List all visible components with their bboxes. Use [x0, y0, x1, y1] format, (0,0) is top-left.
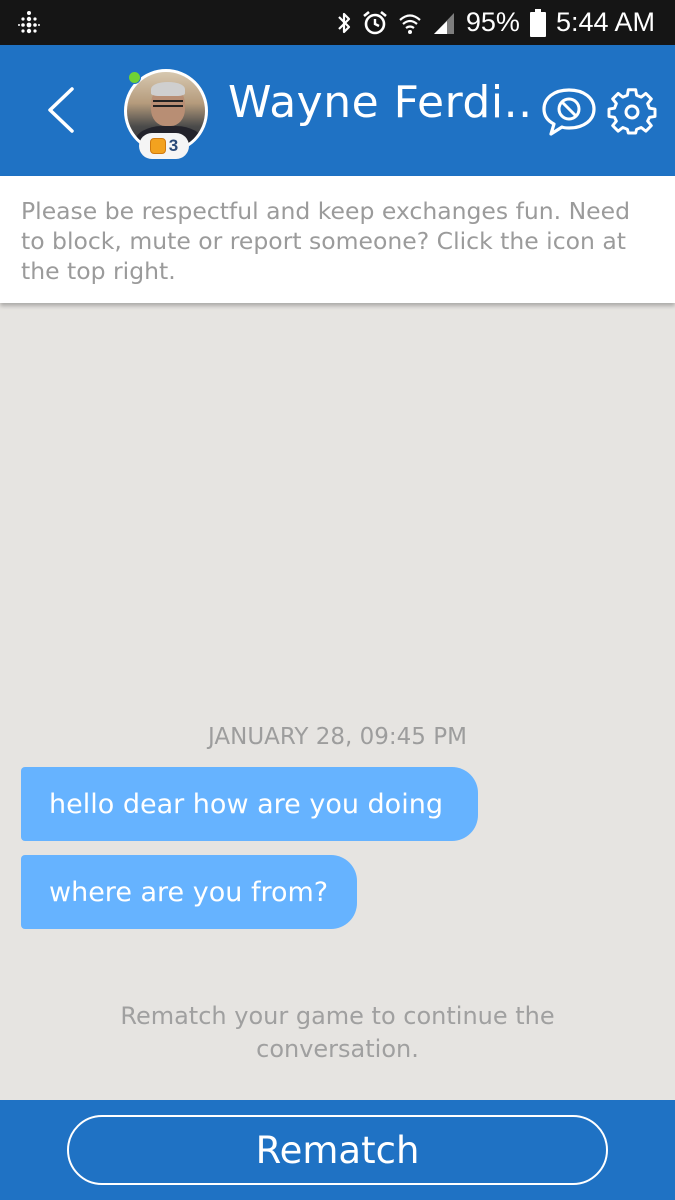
- gear-icon: [607, 88, 657, 135]
- footer-bar: Rematch: [0, 1100, 675, 1200]
- contact-avatar-group[interactable]: 3: [124, 69, 208, 159]
- contact-name[interactable]: Wayne Ferdi..: [228, 77, 533, 128]
- community-notice: Please be respectful and keep exchanges …: [0, 176, 675, 303]
- chat-header: 3 Wayne Ferdi..: [0, 45, 675, 176]
- bluetooth-icon: [336, 10, 352, 36]
- battery-percent: 95%: [465, 7, 520, 37]
- online-status-indicator: [128, 71, 141, 84]
- message-timestamp: JANUARY 28, 09:45 PM: [208, 724, 467, 750]
- chevron-left-icon: [48, 87, 74, 133]
- level-icon: [149, 138, 166, 154]
- status-bar: 95% 5:44 AM: [0, 0, 675, 45]
- chat-block-icon: [542, 88, 596, 136]
- fitbit-icon: [18, 10, 40, 41]
- rematch-button[interactable]: Rematch: [67, 1115, 608, 1185]
- clock: 5:44 AM: [555, 7, 655, 37]
- status-icons: 95% 5:44 AM: [336, 0, 655, 45]
- alarm-icon: [362, 10, 388, 36]
- level-badge: 3: [139, 133, 189, 159]
- back-button[interactable]: [30, 75, 90, 145]
- message-bubble: where are you from?: [21, 855, 357, 929]
- message-bubble: hello dear how are you doing: [21, 767, 478, 841]
- battery-icon: [529, 8, 546, 37]
- wifi-icon: [398, 10, 422, 36]
- block-report-button[interactable]: [538, 83, 600, 141]
- rematch-hint: Rematch your game to continue the conver…: [120, 1002, 555, 1063]
- signal-icon: [432, 10, 456, 36]
- settings-button[interactable]: [604, 83, 660, 141]
- level-number: 3: [168, 136, 179, 155]
